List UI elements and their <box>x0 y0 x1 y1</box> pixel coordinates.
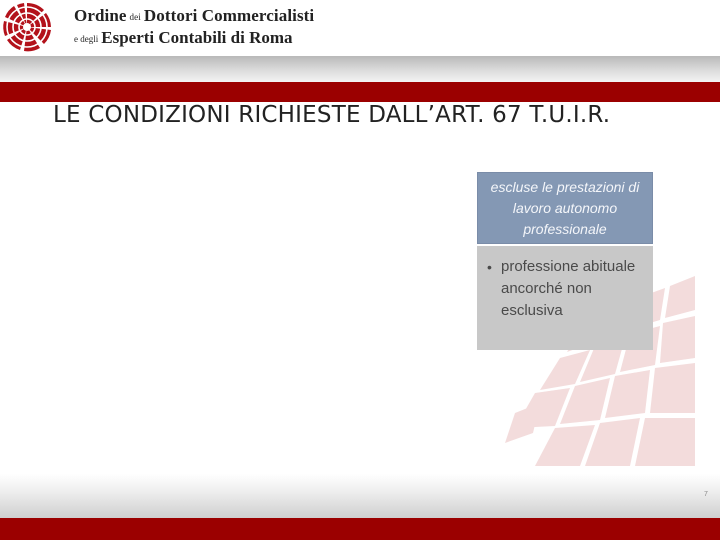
org-words-esperti: Esperti Contabili di Roma <box>101 28 293 47</box>
org-words-dottori: Dottori Commercialisti <box>143 6 315 25</box>
footer-grey-band <box>0 474 720 518</box>
org-word-ordine: Ordine <box>74 6 127 25</box>
box-header-text: escluse le prestazioni di lavoro autonom… <box>490 178 640 237</box>
footer-red-band <box>0 518 720 540</box>
org-word-dei: dei <box>129 12 141 22</box>
box-header: escluse le prestazioni di lavoro autonom… <box>477 172 653 244</box>
order-logo <box>2 2 52 52</box>
bullet-text: professione abituale ancorché non esclus… <box>501 258 636 319</box>
header: Ordine dei Dottori Commercialisti e degli E… <box>0 0 720 56</box>
page-number: 7 <box>704 491 708 498</box>
org-word-edegli: e degli <box>74 34 99 44</box>
bullet-icon: • <box>487 259 492 275</box>
list-item: • professione abituale ancorché non escl… <box>487 256 643 322</box>
header-red-band <box>0 82 720 102</box>
header-grey-band <box>0 56 720 82</box>
org-name-line2: e degli Esperti Contabili di Roma <box>74 28 293 48</box>
box-body: • professione abituale ancorché non escl… <box>477 246 653 350</box>
org-name-line1: Ordine dei Dottori Commercialisti <box>74 6 314 26</box>
slide-title: LE CONDIZIONI RICHIESTE DALL’ART. 67 T.U… <box>53 102 611 128</box>
